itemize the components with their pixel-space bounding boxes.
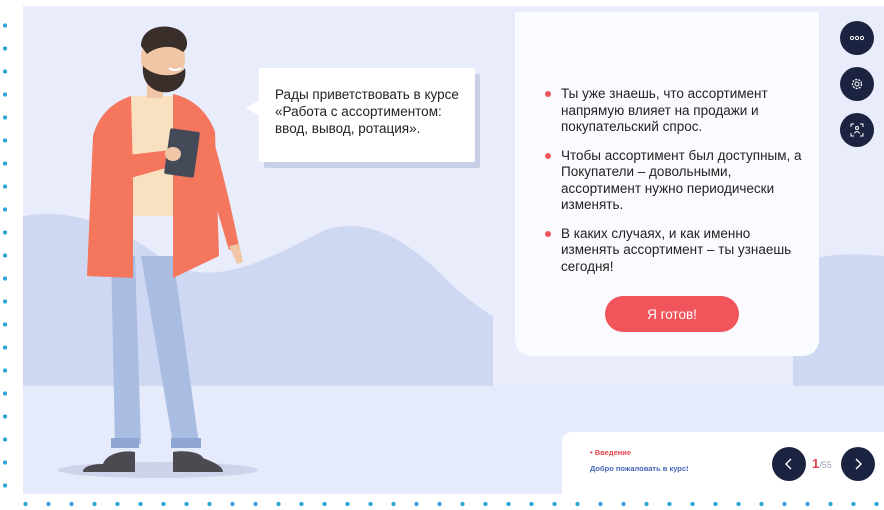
chevron-right-icon bbox=[855, 458, 862, 470]
list-item: Ты уже знаешь, что ассортимент напрямую … bbox=[545, 86, 803, 136]
bullet-dot-icon bbox=[545, 152, 551, 159]
list-item-text: В каких случаях, и как именно изменять а… bbox=[561, 225, 792, 274]
info-card: Ты уже знаешь, что ассортимент напрямую … bbox=[515, 12, 819, 356]
navigation-panel: Введение Добро пожаловать в курс! 1/55 bbox=[562, 432, 884, 494]
speech-bubble: Рады приветствовать в курсе «Работа с ас… bbox=[246, 68, 475, 162]
list-item: Чтобы ассортимент был доступным, а Покуп… bbox=[545, 148, 803, 214]
accessibility-icon bbox=[850, 123, 864, 137]
list-item-text: Ты уже знаешь, что ассортимент напрямую … bbox=[561, 86, 768, 134]
chevron-left-icon bbox=[785, 458, 792, 470]
info-bullet-list: Ты уже знаешь, что ассортимент напрямую … bbox=[545, 86, 803, 287]
section-label: Введение bbox=[590, 448, 631, 457]
settings-button[interactable] bbox=[840, 67, 874, 101]
accessibility-button[interactable] bbox=[840, 113, 874, 147]
more-dots-icon bbox=[849, 35, 865, 41]
slide-subtitle: Добро пожаловать в курс! bbox=[590, 464, 689, 473]
slide-stage: Рады приветствовать в курсе «Работа с ас… bbox=[23, 6, 884, 494]
list-item-text: Чтобы ассортимент был доступным, а Покуп… bbox=[561, 147, 802, 213]
greeting-text: Рады приветствовать в курсе «Работа с ас… bbox=[275, 87, 459, 136]
ready-button[interactable]: Я готов! bbox=[605, 296, 739, 332]
decorative-dots-bottom bbox=[14, 501, 884, 507]
gear-icon bbox=[851, 78, 863, 90]
bullet-dot-icon bbox=[545, 91, 551, 97]
next-button[interactable] bbox=[841, 447, 875, 481]
page-counter: 1/55 bbox=[812, 456, 832, 471]
decorative-dots-left bbox=[2, 14, 8, 494]
total-pages: /55 bbox=[819, 460, 832, 470]
bullet-dot-icon bbox=[545, 230, 551, 237]
prev-button[interactable] bbox=[772, 447, 806, 481]
list-item: В каких случаях, и как именно изменять а… bbox=[545, 226, 803, 276]
menu-button[interactable] bbox=[840, 21, 874, 55]
